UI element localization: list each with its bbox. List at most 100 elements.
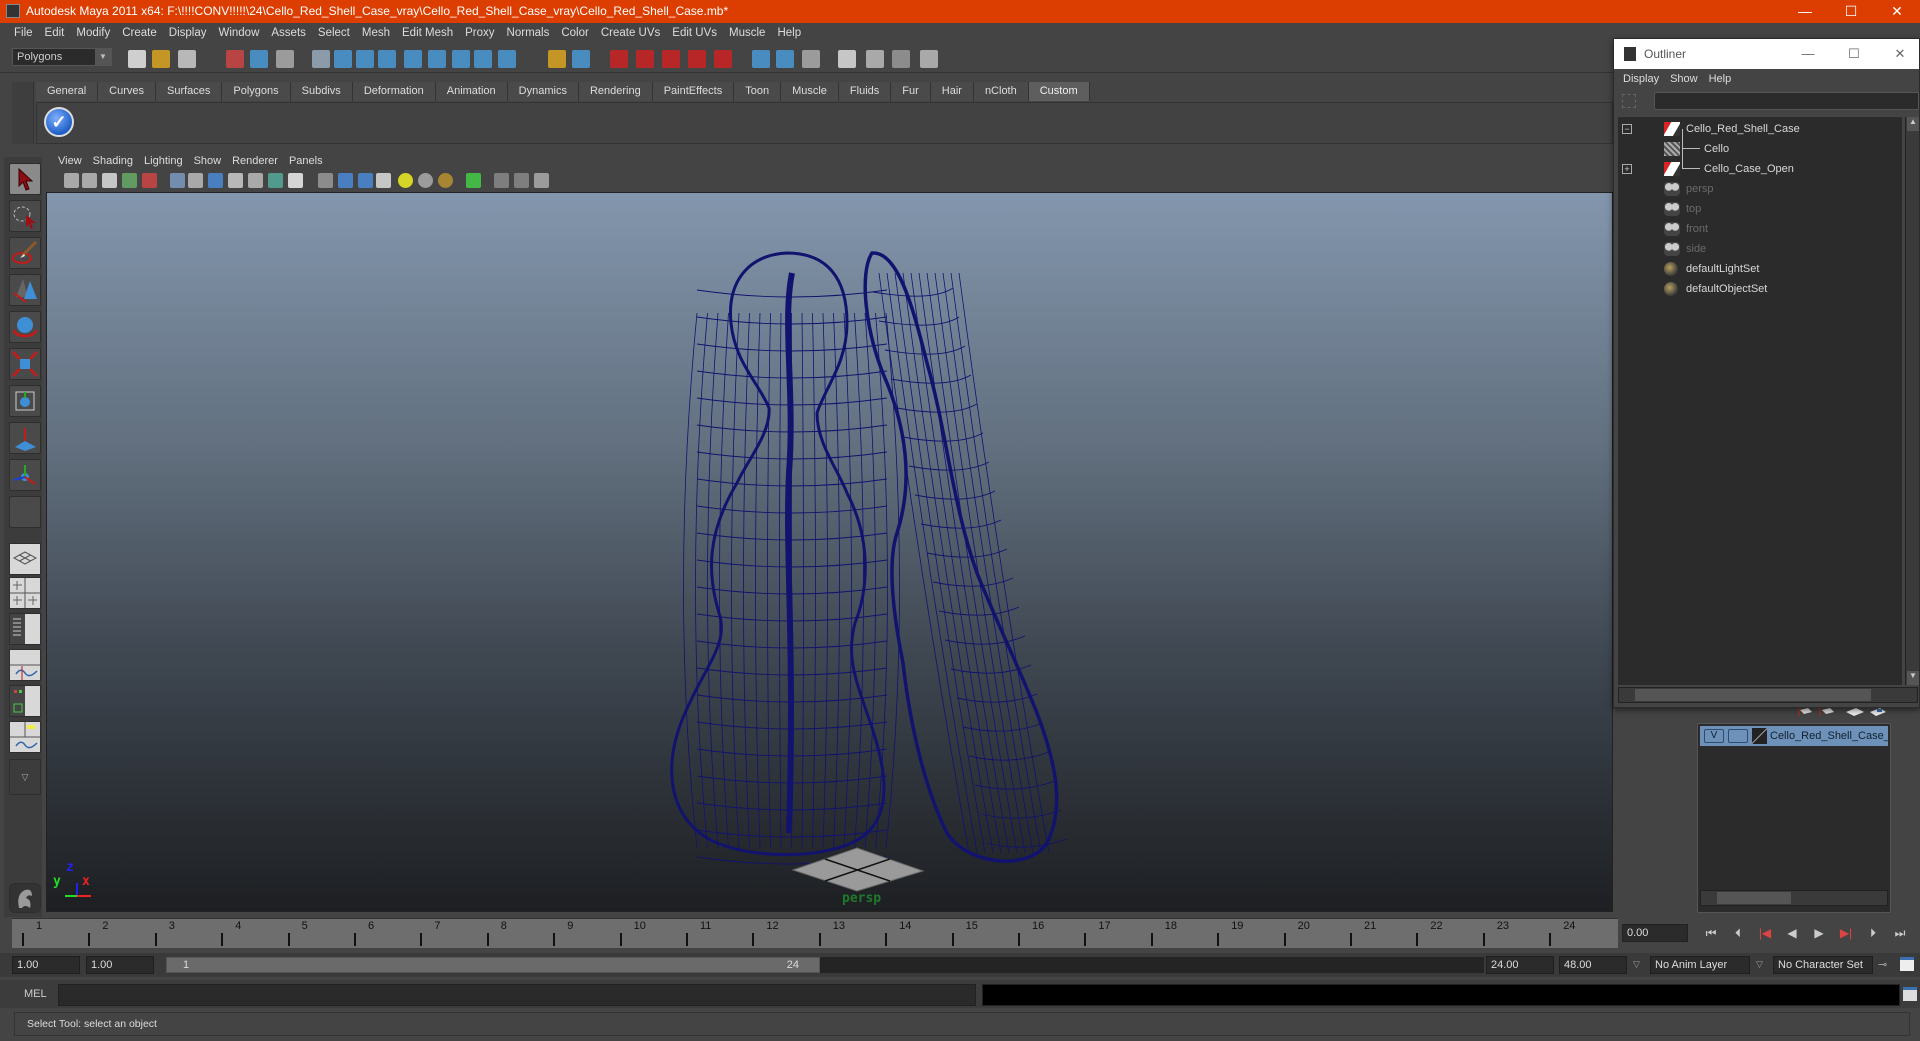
render-view-icon[interactable] bbox=[838, 50, 856, 68]
command-language-label[interactable]: MEL bbox=[24, 988, 47, 1000]
panel-menu-show[interactable]: Show bbox=[190, 155, 229, 167]
select-deformations-icon[interactable] bbox=[428, 50, 446, 68]
select-tool-button[interactable] bbox=[9, 163, 41, 195]
panel-menu-lighting[interactable]: Lighting bbox=[140, 155, 190, 167]
chevron-down-icon[interactable]: ▽ bbox=[1756, 959, 1763, 970]
menu-edit[interactable]: Edit bbox=[39, 27, 71, 39]
select-joints-icon[interactable] bbox=[356, 50, 374, 68]
shelf-tab-dynamics[interactable]: Dynamics bbox=[507, 82, 579, 101]
layout-four-view[interactable] bbox=[9, 577, 41, 609]
shelf-menu-handle[interactable] bbox=[12, 82, 34, 144]
animation-preferences-icon[interactable] bbox=[1900, 957, 1914, 971]
step-forward-key-button[interactable]: ▶| bbox=[1835, 924, 1857, 942]
construction-history-icon[interactable] bbox=[802, 50, 820, 68]
layer-horizontal-scrollbar[interactable] bbox=[1700, 890, 1888, 906]
xray-joints-icon[interactable] bbox=[534, 173, 549, 188]
menu-create[interactable]: Create bbox=[116, 27, 163, 39]
playback-end-field[interactable]: 24.00 bbox=[1486, 956, 1554, 974]
outliner-item[interactable]: defaultObjectSet bbox=[1618, 279, 1902, 299]
collapse-icon[interactable]: − bbox=[1622, 124, 1632, 134]
layout-single-perspective[interactable] bbox=[9, 543, 41, 575]
safe-title-icon[interactable] bbox=[288, 173, 303, 188]
shelf-tab-subdivs[interactable]: Subdivs bbox=[290, 82, 353, 101]
lasso-tool-button[interactable] bbox=[9, 200, 41, 232]
outliner-menu-help[interactable]: Help bbox=[1706, 73, 1740, 85]
isolate-select-icon[interactable] bbox=[466, 173, 481, 188]
field-chart-icon[interactable] bbox=[248, 173, 263, 188]
wireframe-icon[interactable] bbox=[318, 173, 333, 188]
open-scene-icon[interactable] bbox=[152, 50, 170, 68]
layout-more-button[interactable]: ▽ bbox=[9, 759, 41, 795]
select-by-object-icon[interactable] bbox=[250, 50, 268, 68]
shelf-tab-toon[interactable]: Toon bbox=[734, 82, 782, 101]
select-camera-icon[interactable] bbox=[64, 173, 79, 188]
outliner-item[interactable]: persp bbox=[1618, 179, 1902, 199]
checkmark-icon[interactable]: ✓ bbox=[44, 107, 74, 137]
outliner-item[interactable]: defaultLightSet bbox=[1618, 259, 1902, 279]
layer-attributes-icon[interactable] bbox=[1870, 708, 1886, 716]
outliner-close-button[interactable]: ✕ bbox=[1880, 39, 1920, 69]
outliner-item[interactable]: front bbox=[1618, 219, 1902, 239]
shelf-tab-general[interactable]: General bbox=[36, 82, 99, 101]
use-all-lights-icon[interactable] bbox=[398, 173, 413, 188]
last-tool-button[interactable] bbox=[9, 496, 41, 528]
layer-options-icon[interactable] bbox=[1846, 708, 1864, 716]
select-by-hierarchy-icon[interactable] bbox=[226, 50, 244, 68]
play-forwards-button[interactable]: ▶ bbox=[1808, 924, 1830, 942]
layer-display-type-toggle[interactable] bbox=[1728, 729, 1748, 743]
minimize-button[interactable]: — bbox=[1782, 0, 1828, 23]
panel-menu-view[interactable]: View bbox=[54, 155, 89, 167]
menu-color[interactable]: Color bbox=[555, 27, 594, 39]
outliner-filter-input[interactable] bbox=[1654, 92, 1919, 110]
select-handles-icon[interactable] bbox=[334, 50, 352, 68]
snap-to-grid-icon[interactable] bbox=[610, 50, 628, 68]
shelf-tab-painteffects[interactable]: PaintEffects bbox=[652, 82, 735, 101]
menu-select[interactable]: Select bbox=[312, 27, 356, 39]
scroll-thumb[interactable] bbox=[1635, 689, 1871, 701]
menu-edit-uvs[interactable]: Edit UVs bbox=[666, 27, 723, 39]
make-live-icon[interactable] bbox=[714, 50, 732, 68]
shelf-tab-hair[interactable]: Hair bbox=[930, 82, 974, 101]
panel-menu-shading[interactable]: Shading bbox=[89, 155, 140, 167]
layer-visibility-toggle[interactable]: V bbox=[1704, 729, 1724, 743]
menu-file[interactable]: File bbox=[8, 27, 39, 39]
outliner-item[interactable]: Cello bbox=[1618, 129, 1902, 159]
outliner-vertical-scrollbar[interactable]: ▲ ▼ bbox=[1905, 117, 1919, 685]
smooth-shade-all-icon[interactable] bbox=[338, 173, 353, 188]
safe-action-icon[interactable] bbox=[268, 173, 283, 188]
highlight-selection-icon[interactable] bbox=[572, 50, 590, 68]
select-by-component-icon[interactable] bbox=[276, 50, 294, 68]
menu-assets[interactable]: Assets bbox=[265, 27, 312, 39]
go-to-end-button[interactable]: ⏭ bbox=[1889, 924, 1911, 942]
hardware-texturing-icon[interactable] bbox=[438, 173, 453, 188]
menu-display[interactable]: Display bbox=[163, 27, 213, 39]
shelf-tab-polygons[interactable]: Polygons bbox=[222, 82, 291, 101]
shelf-tab-fluids[interactable]: Fluids bbox=[838, 82, 892, 101]
shadows-icon[interactable] bbox=[418, 173, 433, 188]
layout-hypershade-persp[interactable] bbox=[9, 685, 41, 717]
layer-color-swatch[interactable] bbox=[1752, 728, 1767, 744]
mask-all-icon[interactable] bbox=[312, 50, 330, 68]
soft-modification-tool-button[interactable] bbox=[9, 422, 41, 454]
menu-window[interactable]: Window bbox=[212, 27, 265, 39]
filter-icon[interactable] bbox=[1622, 94, 1636, 108]
grid-icon[interactable] bbox=[170, 173, 185, 188]
new-layer-selected-icon[interactable] bbox=[1819, 708, 1834, 716]
outliner-maximize-button[interactable]: ☐ bbox=[1834, 39, 1874, 69]
shelf-tab-surfaces[interactable]: Surfaces bbox=[155, 82, 223, 101]
viewport-persp[interactable]: z y x persp bbox=[46, 192, 1613, 912]
resolution-gate-icon[interactable] bbox=[208, 173, 223, 188]
outliner-menu-display[interactable]: Display bbox=[1620, 73, 1667, 85]
outliner-item[interactable]: side bbox=[1618, 239, 1902, 259]
menu-modify[interactable]: Modify bbox=[70, 27, 116, 39]
menu-edit-mesh[interactable]: Edit Mesh bbox=[396, 27, 459, 39]
close-button[interactable]: ✕ bbox=[1874, 0, 1920, 23]
select-surfaces-icon[interactable] bbox=[404, 50, 422, 68]
xray-active-components-icon[interactable] bbox=[514, 173, 529, 188]
step-back-key-button[interactable]: |◀ bbox=[1754, 924, 1776, 942]
maya-logo-button[interactable] bbox=[9, 883, 41, 913]
select-misc-icon[interactable] bbox=[498, 50, 516, 68]
menu-proxy[interactable]: Proxy bbox=[459, 27, 500, 39]
maximize-button[interactable]: ☐ bbox=[1828, 0, 1874, 23]
menu-create-uvs[interactable]: Create UVs bbox=[595, 27, 666, 39]
